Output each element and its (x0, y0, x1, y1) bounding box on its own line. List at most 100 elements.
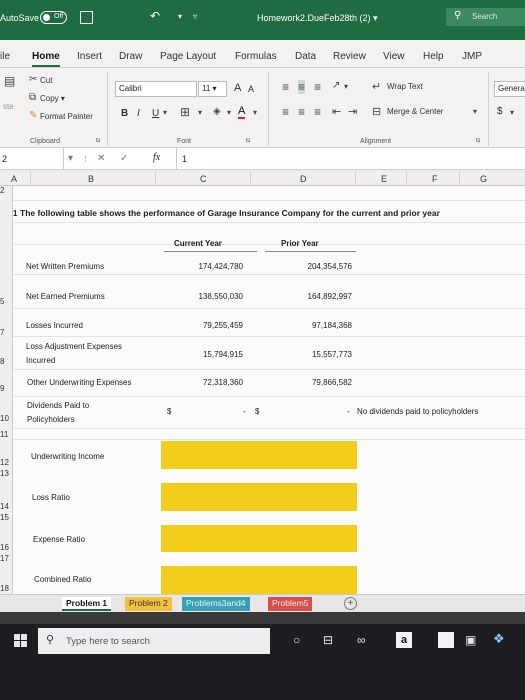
redo-icon[interactable]: ▾ (178, 12, 182, 21)
prior-dividend-value[interactable]: - (347, 405, 350, 418)
font-color-dropdown-icon[interactable]: ▾ (253, 108, 257, 117)
merge-center-button[interactable]: Merge & Center (387, 107, 443, 116)
autosave-toggle[interactable]: Off (40, 11, 67, 24)
row-number[interactable]: 10 (0, 414, 13, 423)
line-item-label[interactable]: Losses Incurred (26, 319, 83, 332)
undo-icon[interactable]: ↶ (150, 9, 160, 23)
current-year-header[interactable]: Current Year (174, 237, 222, 250)
row-number[interactable]: 16 (0, 543, 13, 552)
insert-function-button[interactable]: fx (153, 152, 160, 163)
font-color-button[interactable]: A (238, 105, 246, 119)
bold-button[interactable]: B (121, 108, 128, 119)
currency-button[interactable]: $ (497, 106, 503, 117)
font-name-box[interactable]: Calibri (115, 81, 197, 97)
save-icon[interactable] (80, 11, 93, 24)
column-header-cell[interactable]: F (432, 174, 438, 184)
borders-icon[interactable]: ⊞ (180, 105, 190, 119)
prior-year-value[interactable]: 164,892,997 (268, 290, 353, 303)
row-number[interactable]: 7 (0, 328, 13, 337)
customize-toolbar-icon[interactable]: ▿ (193, 12, 197, 21)
cut-button[interactable]: Cut (40, 76, 52, 85)
formula-content[interactable]: 1 (176, 148, 525, 170)
fill-color-icon[interactable]: ◈ (213, 106, 221, 117)
current-year-value[interactable]: 72,318,360 (163, 376, 243, 389)
format-painter-icon[interactable]: ✎ (29, 110, 37, 121)
dividends-note[interactable]: No dividends paid to policyholders (357, 405, 478, 418)
align-bottom-icon[interactable]: ≡ (314, 80, 321, 94)
fill-dropdown-icon[interactable]: ▾ (227, 108, 231, 117)
prior-year-value[interactable]: 204,354,576 (268, 260, 353, 273)
prior-year-value[interactable]: 15,557,773 (268, 348, 352, 361)
cut-icon[interactable]: ✂ (29, 74, 37, 85)
combined-ratio-answer-cell[interactable] (161, 566, 357, 594)
problem-title[interactable]: The following table shows the performanc… (20, 207, 525, 220)
row-number[interactable]: 17 (0, 554, 13, 563)
number-format-box[interactable]: Genera (494, 81, 525, 97)
current-year-value[interactable]: 79,255,459 (163, 319, 243, 332)
row-number[interactable]: 2 (0, 186, 13, 195)
current-year-value[interactable]: 138,550,030 (163, 290, 244, 303)
loss-ratio-answer-cell[interactable] (161, 483, 357, 511)
alignment-launcher-icon[interactable]: ⧅ (476, 137, 480, 145)
underline-dropdown-icon[interactable]: ▾ (163, 108, 167, 117)
align-left-icon[interactable]: ≡ (282, 105, 289, 119)
cancel-icon[interactable]: ✕ (97, 153, 105, 164)
paste-icon[interactable]: ▤ (4, 74, 15, 88)
increase-indent-icon[interactable]: ⇥ (348, 105, 357, 118)
orientation-dropdown-icon[interactable]: ▾ (344, 82, 348, 91)
current-year-value[interactable]: 15,794,915 (163, 348, 243, 361)
title-search-box[interactable]: ⚲ Search (446, 8, 525, 26)
tab-review[interactable]: Review (333, 51, 366, 62)
clipboard-launcher-icon[interactable]: ⧅ (96, 137, 100, 145)
infinity-app-icon[interactable]: ∞ (357, 633, 366, 647)
dividends-label[interactable]: Dividends Paid to (27, 399, 89, 412)
line-item-label-continued[interactable]: Incurred (26, 354, 55, 367)
expense-ratio-answer-cell[interactable] (161, 525, 357, 552)
cortana-icon[interactable]: ○ (293, 633, 300, 647)
align-top-icon[interactable]: ≡ (282, 80, 289, 94)
column-header-cell[interactable]: E (381, 174, 387, 184)
tab-help[interactable]: Help (423, 51, 444, 62)
sheet-tab-problem-5[interactable]: Problem5 (268, 597, 313, 611)
row-number[interactable]: 12 (0, 458, 13, 467)
column-header-cell[interactable]: D (300, 174, 307, 184)
borders-dropdown-icon[interactable]: ▾ (198, 108, 202, 117)
title-number[interactable]: 1 (13, 207, 17, 220)
line-item-label[interactable]: Net Written Premiums (26, 260, 104, 273)
name-box[interactable]: 2 (0, 148, 64, 170)
tab-view[interactable]: View (383, 51, 405, 62)
wrap-text-icon[interactable]: ↵ (372, 80, 381, 93)
decrease-indent-icon[interactable]: ⇤ (332, 105, 341, 118)
align-right-icon[interactable]: ≡ (314, 105, 321, 119)
font-launcher-icon[interactable]: ⧅ (246, 137, 250, 145)
copy-button[interactable]: Copy ▾ (40, 94, 65, 103)
row-number[interactable]: 15 (0, 513, 13, 522)
dropbox-icon[interactable]: ❖ (493, 631, 505, 647)
grow-font-button[interactable]: A (234, 82, 241, 94)
briefcase-icon[interactable]: ▣ (465, 633, 476, 647)
prior-year-header[interactable]: Prior Year (281, 237, 319, 250)
column-header-cell[interactable]: B (88, 174, 94, 184)
tab-insert[interactable]: Insert (77, 51, 102, 62)
line-item-label[interactable]: Net Earned Premiums (26, 290, 105, 303)
align-middle-icon[interactable]: ≡ (298, 80, 306, 94)
prior-year-value[interactable]: 97,184,368 (268, 319, 352, 332)
align-center-icon[interactable]: ≡ (298, 105, 305, 119)
current-dividend-value[interactable]: - (243, 405, 246, 418)
add-sheet-icon[interactable]: + (344, 597, 357, 610)
currency-dropdown-icon[interactable]: ▾ (510, 108, 514, 117)
row-number[interactable]: 18 (0, 584, 13, 593)
row-number[interactable]: 8 (0, 357, 13, 366)
tab-home[interactable]: Home (32, 51, 60, 67)
sheet-tab-problem-1[interactable]: Problem 1 (62, 597, 112, 611)
merge-center-icon[interactable]: ⊟ (372, 105, 381, 118)
tab-page-layout[interactable]: Page Layout (160, 51, 216, 62)
tab-formulas[interactable]: Formulas (235, 51, 277, 62)
row-number[interactable]: 11 (0, 430, 13, 439)
worksheet-grid[interactable]: 1 The following table shows the performa… (13, 186, 525, 594)
ratio-label[interactable]: Underwriting Income (31, 450, 104, 463)
taskbar-search-box[interactable]: ⚲ Type here to search (38, 628, 270, 654)
line-item-label[interactable]: Other Underwriting Expenses (27, 376, 132, 389)
tab-draw[interactable]: Draw (119, 51, 142, 62)
copy-icon[interactable]: ⧉ (29, 92, 36, 103)
